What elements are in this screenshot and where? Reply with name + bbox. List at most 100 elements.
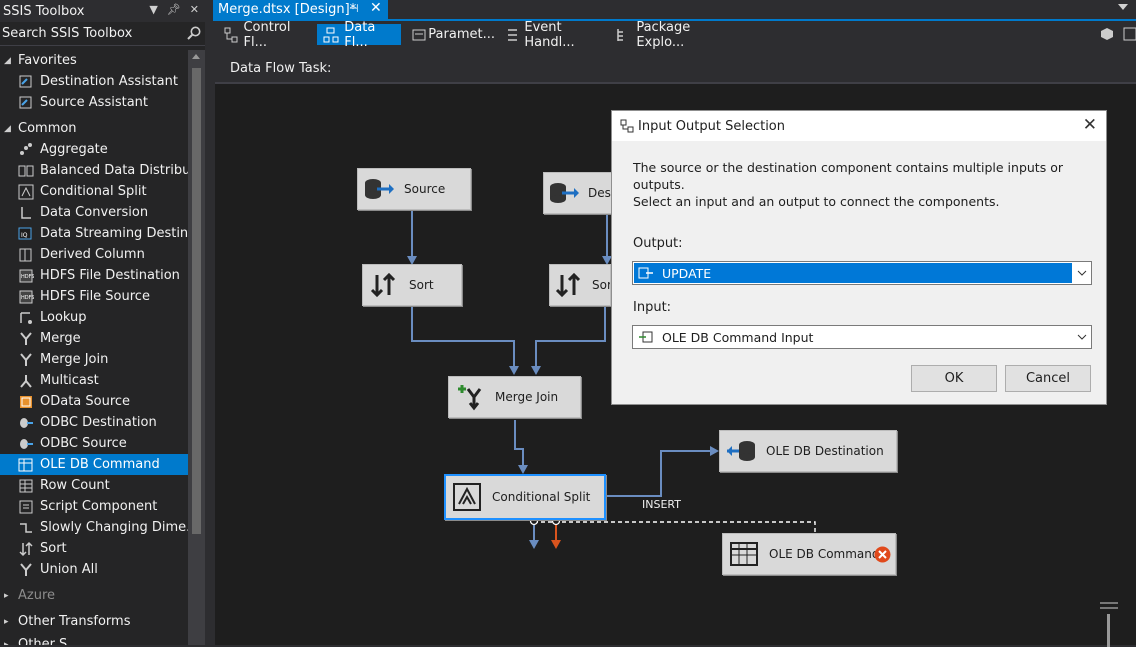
tab-event-handlers[interactable]: Event Handl...	[499, 20, 605, 50]
tab-data-flow[interactable]: Data Fl...	[317, 20, 401, 50]
toolbox-item-destination-assistant[interactable]: Destination Assistant	[0, 71, 188, 92]
balanced-data-icon	[18, 163, 40, 179]
toolbox-item-odbc-destination[interactable]: ODBC Destination	[0, 412, 188, 433]
toolbox-item-hdfs-file-source[interactable]: HDFS HDFS File Source	[0, 286, 188, 307]
toolbox-item-slowly-changing-dimension[interactable]: Slowly Changing Dime...	[0, 517, 188, 538]
path-mergejoin-to-split	[514, 420, 524, 468]
toolbox-item-data-conversion[interactable]: Data Conversion	[0, 202, 188, 223]
hdfs-source-icon: HDFS	[18, 289, 40, 305]
ok-button[interactable]: OK	[911, 365, 997, 392]
node-sort[interactable]: Sort	[362, 264, 462, 306]
tab-parameters[interactable]: Paramet...	[405, 24, 495, 45]
toolbox-item-merge[interactable]: Merge	[0, 328, 188, 349]
group-common[interactable]: ◢ Common	[0, 118, 188, 139]
sort-icon	[18, 541, 40, 557]
collapsed-triangle-icon[interactable]: ▸	[4, 617, 18, 627]
node-design[interactable]: Design	[543, 172, 613, 214]
toolbox-item-hdfs-file-destination[interactable]: HDFS HDFS File Destination	[0, 265, 188, 286]
toolbox-item-odbc-source[interactable]: ODBC Source	[0, 433, 188, 454]
group-other-sources[interactable]: ▸ Other S...	[0, 634, 188, 645]
merge-icon	[18, 331, 40, 347]
ole-db-command-icon	[727, 539, 761, 569]
toolbox-item-union-all[interactable]: Union All	[0, 559, 188, 580]
toolbox-item-balanced-data-distributor[interactable]: Balanced Data Distribu...	[0, 160, 188, 181]
input-selected-value: OLE DB Command Input	[634, 327, 1072, 347]
ssis-toolbox-panel: SSIS Toolbox ▼ 📌︎ ✕ Search SSIS Toolbox …	[0, 0, 205, 645]
node-ole-db-destination[interactable]: OLE DB Destination	[719, 430, 897, 472]
package-icon[interactable]	[1100, 27, 1114, 41]
node-ole-db-command[interactable]: OLE DB Command	[722, 533, 896, 575]
script-component-icon	[18, 499, 40, 515]
input-icon	[639, 331, 653, 343]
toolbox-item-merge-join[interactable]: Merge Join	[0, 349, 188, 370]
path-split-to-destination	[607, 450, 713, 497]
tab-control-flow[interactable]: Control Fl...	[217, 20, 313, 50]
data-conversion-icon	[18, 205, 40, 221]
group-label: Favorites	[18, 53, 77, 68]
close-icon[interactable]: ✕	[1083, 115, 1097, 135]
source-db-icon	[548, 178, 580, 208]
odata-icon	[18, 394, 40, 410]
toolbox-item-source-assistant[interactable]: Source Assistant	[0, 92, 188, 113]
output-select[interactable]: UPDATE	[632, 261, 1092, 285]
svg-text:HDFS: HDFS	[21, 295, 34, 301]
toolbox-title: SSIS Toolbox	[3, 3, 85, 19]
chevron-down-icon[interactable]	[1073, 334, 1091, 340]
svg-text:IQ: IQ	[21, 232, 28, 239]
tab-overflow-icon[interactable]	[1118, 4, 1128, 10]
search-icon[interactable]	[186, 25, 202, 41]
zoom-slider[interactable]	[1098, 600, 1120, 647]
toolbox-item-aggregate[interactable]: Aggregate	[0, 139, 188, 160]
toolbox-item-row-count[interactable]: Row Count	[0, 475, 188, 496]
group-label: Other S...	[18, 637, 80, 645]
merge-join-icon	[453, 382, 487, 412]
group-label: Common	[18, 121, 77, 136]
pin-icon[interactable]: 📌︎	[167, 3, 181, 16]
row-count-icon	[18, 478, 40, 494]
expanded-triangle-icon[interactable]: ◢	[4, 56, 18, 66]
output-selected-value: UPDATE	[634, 263, 1072, 283]
error-icon[interactable]	[874, 546, 891, 563]
toolbox-item-lookup[interactable]: Lookup	[0, 307, 188, 328]
scroll-up-arrow-icon[interactable]	[192, 54, 200, 59]
event-handlers-icon	[505, 27, 524, 43]
node-merge-join[interactable]: Merge Join	[448, 376, 581, 418]
chevron-down-icon[interactable]	[1073, 270, 1091, 276]
toolbox-scrollbar[interactable]	[188, 50, 205, 645]
document-tab[interactable]: Merge.dtsx [Design]* ⊣ ✕	[213, 0, 388, 19]
toolbox-item-ole-db-command[interactable]: OLE DB Command	[0, 454, 188, 475]
expanded-triangle-icon[interactable]: ◢	[4, 124, 18, 134]
toolbox-search-label: Search SSIS Toolbox	[2, 26, 133, 41]
pin-icon[interactable]: ⊣	[349, 2, 359, 15]
toolbox-item-script-component[interactable]: Script Component	[0, 496, 188, 517]
group-other-transforms[interactable]: ▸ Other Transforms	[0, 611, 188, 632]
dropdown-icon[interactable]: ▼	[149, 3, 157, 16]
pending-connection-path	[534, 521, 816, 533]
ole-db-command-icon	[18, 457, 40, 473]
aggregate-icon	[18, 142, 40, 158]
toolbox-item-conditional-split[interactable]: Conditional Split	[0, 181, 188, 202]
toolbox-item-sort[interactable]: Sort	[0, 538, 188, 559]
toolbar-square-icon[interactable]	[1123, 27, 1136, 41]
scroll-thumb[interactable]	[192, 68, 201, 534]
input-select[interactable]: OLE DB Command Input	[632, 325, 1092, 349]
output-label: Output:	[633, 236, 683, 251]
close-tab-icon[interactable]: ✕	[370, 0, 382, 16]
group-favorites[interactable]: ◢ Favorites	[0, 50, 188, 71]
destination-assistant-icon	[18, 74, 40, 90]
node-sort-2[interactable]: Sort	[549, 264, 611, 306]
toolbox-item-multicast[interactable]: Multicast	[0, 370, 188, 391]
close-icon[interactable]: ✕	[190, 3, 199, 16]
node-source[interactable]: Source	[357, 168, 471, 210]
collapsed-triangle-icon[interactable]: ▸	[4, 591, 18, 601]
toolbox-item-derived-column[interactable]: Derived Column	[0, 244, 188, 265]
toolbox-item-data-streaming-destination[interactable]: IQ Data Streaming Destin...	[0, 223, 188, 244]
node-conditional-split[interactable]: Conditional Split	[444, 474, 606, 520]
toolbox-search[interactable]: Search SSIS Toolbox	[0, 22, 205, 46]
group-azure[interactable]: ▸ Azure	[0, 585, 188, 606]
toolbox-item-odata-source[interactable]: OData Source	[0, 391, 188, 412]
tab-package-explorer[interactable]: Package Explo...	[609, 20, 739, 50]
cancel-button[interactable]: Cancel	[1005, 365, 1091, 392]
collapsed-triangle-icon[interactable]: ▸	[4, 640, 18, 646]
path-label-insert[interactable]: INSERT	[642, 498, 681, 511]
